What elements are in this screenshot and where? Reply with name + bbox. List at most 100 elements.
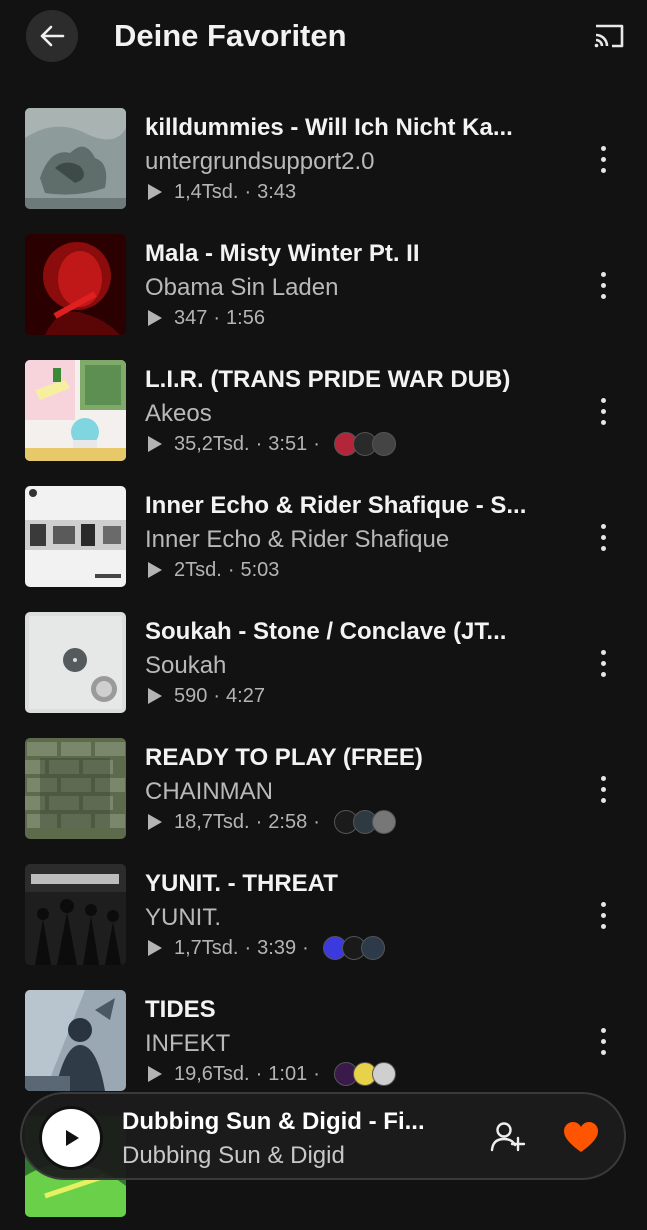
track-meta: 2Tsd. · 5:03 <box>148 558 279 582</box>
track-title[interactable]: Inner Echo & Rider Shafique - S... <box>145 492 560 520</box>
track-duration: 4:27 <box>226 684 265 707</box>
reposter-avatars[interactable] <box>333 810 396 834</box>
play-count-icon <box>148 436 162 452</box>
separator-dot: · <box>313 810 320 833</box>
more-vertical-icon <box>600 775 606 781</box>
track-artist[interactable]: INFEKT <box>145 1030 565 1058</box>
track-title[interactable]: Mala - Misty Winter Pt. II <box>145 240 560 268</box>
like-button[interactable] <box>563 1121 599 1155</box>
track-artist[interactable]: Inner Echo & Rider Shafique <box>145 526 565 554</box>
track-artwork <box>25 486 126 587</box>
play-count: 2Tsd. <box>174 558 222 581</box>
separator-dot: · <box>244 936 252 959</box>
track-title[interactable]: READY TO PLAY (FREE) <box>145 744 560 772</box>
track-duration: 5:03 <box>240 558 280 581</box>
mini-player[interactable]: Dubbing Sun & Digid - Fi... Dubbing Sun … <box>20 1092 626 1180</box>
separator-dot: · <box>213 684 221 707</box>
more-vertical-icon <box>600 901 606 907</box>
track-row[interactable]: TIDES INFEKT 19,6Tsd. · 1:01 · <box>0 978 647 1104</box>
page-title: Deine Favoriten <box>114 18 347 53</box>
more-vertical-icon <box>600 271 606 277</box>
more-options-button[interactable] <box>592 260 614 310</box>
now-playing-title[interactable]: Dubbing Sun & Digid - Fi... <box>122 1108 452 1136</box>
heart-icon <box>564 1122 598 1152</box>
track-title[interactable]: TIDES <box>145 996 560 1024</box>
track-duration: 1:01 <box>268 1062 308 1085</box>
track-row[interactable]: YUNIT. - THREAT YUNIT. 1,7Tsd. · 3:39 · <box>0 852 647 978</box>
track-duration: 2:58 <box>268 810 308 833</box>
more-options-button[interactable] <box>592 512 614 562</box>
play-count-icon <box>148 940 162 956</box>
play-count-icon <box>148 1066 162 1082</box>
track-meta: 35,2Tsd. · 3:51 · <box>148 432 396 456</box>
track-artwork <box>25 234 126 335</box>
avatar <box>371 1062 396 1086</box>
track-artist[interactable]: CHAINMAN <box>145 778 565 806</box>
back-button[interactable] <box>26 10 78 62</box>
track-duration: 3:43 <box>257 180 297 203</box>
track-meta: 19,6Tsd. · 1:01 · <box>148 1062 396 1086</box>
play-button[interactable] <box>42 1109 100 1167</box>
play-count-icon <box>148 562 162 578</box>
separator-dot: · <box>227 558 235 581</box>
cast-button[interactable] <box>590 20 628 52</box>
separator-dot: · <box>255 432 263 455</box>
separator-dot: · <box>313 1062 320 1085</box>
track-title[interactable]: YUNIT. - THREAT <box>145 870 560 898</box>
track-row[interactable]: Soukah - Stone / Conclave (JT... Soukah … <box>0 600 647 726</box>
more-options-button[interactable] <box>592 764 614 814</box>
reposter-avatars[interactable] <box>322 936 385 960</box>
track-artist[interactable]: Soukah <box>145 652 565 680</box>
reposter-avatars[interactable] <box>333 1062 396 1086</box>
track-title[interactable]: L.I.R. (TRANS PRIDE WAR DUB) <box>145 366 560 394</box>
play-icon <box>66 1130 79 1146</box>
more-options-button[interactable] <box>592 386 614 436</box>
track-artist[interactable]: untergrundsupport2.0 <box>145 148 565 176</box>
more-vertical-icon <box>600 523 606 529</box>
track-title[interactable]: killdummies - Will Ich Nicht Ka... <box>145 114 560 142</box>
separator-dot: · <box>313 432 320 455</box>
track-title[interactable]: Soukah - Stone / Conclave (JT... <box>145 618 560 646</box>
track-meta: 18,7Tsd. · 2:58 · <box>148 810 396 834</box>
track-duration: 3:51 <box>268 432 308 455</box>
track-row[interactable]: READY TO PLAY (FREE) CHAINMAN 18,7Tsd. ·… <box>0 726 647 852</box>
track-duration: 1:56 <box>226 306 265 329</box>
avatar <box>371 432 396 456</box>
reposter-avatars[interactable] <box>333 432 396 456</box>
track-artwork <box>25 738 126 839</box>
play-count: 1,4Tsd. <box>174 180 239 203</box>
play-count: 35,2Tsd. <box>174 432 250 455</box>
more-options-button[interactable] <box>592 134 614 184</box>
avatar <box>360 936 385 960</box>
play-count-icon <box>148 814 162 830</box>
avatar <box>371 810 396 834</box>
track-row[interactable]: L.I.R. (TRANS PRIDE WAR DUB) Akeos 35,2T… <box>0 348 647 474</box>
track-artwork <box>25 612 126 713</box>
play-count: 1,7Tsd. <box>174 936 239 959</box>
track-artist[interactable]: Obama Sin Laden <box>145 274 565 302</box>
more-options-button[interactable] <box>592 890 614 940</box>
add-user-icon <box>490 1122 526 1152</box>
now-playing-artist[interactable]: Dubbing Sun & Digid <box>122 1142 345 1170</box>
track-artist[interactable]: YUNIT. <box>145 904 565 932</box>
track-artwork <box>25 360 126 461</box>
track-artwork <box>25 108 126 209</box>
track-meta: 590 · 4:27 <box>148 684 265 708</box>
cast-icon <box>594 24 624 48</box>
header: Deine Favoriten <box>0 0 647 76</box>
track-meta: 347 · 1:56 <box>148 306 265 330</box>
follow-button[interactable] <box>490 1120 526 1154</box>
more-options-button[interactable] <box>592 638 614 688</box>
separator-dot: · <box>255 1062 263 1085</box>
more-options-button[interactable] <box>592 1016 614 1066</box>
track-row[interactable]: Mala - Misty Winter Pt. II Obama Sin Lad… <box>0 222 647 348</box>
separator-dot: · <box>255 810 263 833</box>
play-count-icon <box>148 310 162 326</box>
track-row[interactable]: Inner Echo & Rider Shafique - S... Inner… <box>0 474 647 600</box>
track-meta: 1,4Tsd. · 3:43 <box>148 180 296 204</box>
track-artist[interactable]: Akeos <box>145 400 565 428</box>
play-count-icon <box>148 688 162 704</box>
track-artwork <box>25 990 126 1091</box>
track-row[interactable]: killdummies - Will Ich Nicht Ka... unter… <box>0 96 647 222</box>
play-count: 19,6Tsd. <box>174 1062 250 1085</box>
